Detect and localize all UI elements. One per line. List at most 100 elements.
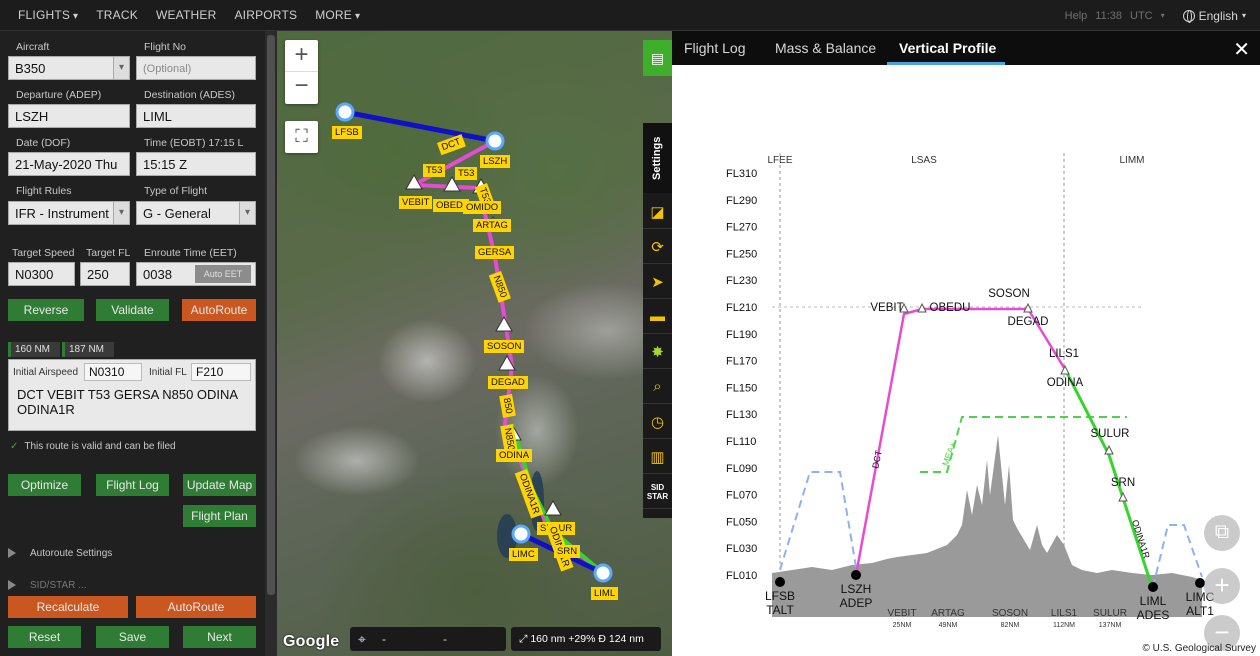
scrollbar-thumb[interactable] (267, 35, 275, 595)
route-editor[interactable]: Initial Airspeed N0310 Initial FL F210 D… (8, 359, 256, 431)
eraser-tool[interactable]: ◪ (643, 195, 672, 229)
axis-distance-label: 137NM (1099, 622, 1122, 629)
airport-marker-liml[interactable] (593, 563, 613, 583)
type-label: Type of Flight (144, 185, 208, 197)
ruler-icon: ▬ (650, 308, 665, 325)
coord-lon: - (443, 632, 447, 646)
direct-tool[interactable]: ➤ (643, 265, 672, 299)
recalculate-button[interactable]: Recalculate (8, 596, 128, 618)
sid-star-button[interactable]: SID STAR (643, 475, 672, 509)
route-icon: ⟳ (651, 238, 664, 256)
target-fl-input[interactable]: 250 (80, 262, 130, 286)
fullscreen-button[interactable]: ⛶ (285, 121, 318, 153)
top-nav: FLIGHTS TRACK WEATHER AIRPORTS MORE Help… (0, 0, 1260, 31)
left-scrollbar[interactable] (265, 31, 277, 656)
fl-tick-label: FL070 (726, 490, 757, 502)
optimize-button[interactable]: Optimize (8, 474, 81, 496)
fl-tick-label: FL010 (726, 570, 757, 582)
tab-flight-log[interactable]: Flight Log (684, 40, 745, 56)
route-tool[interactable]: ⟳ (643, 230, 672, 264)
open-external-button[interactable]: ⧉ (1204, 515, 1240, 551)
save-button[interactable]: Save (96, 626, 169, 648)
fir-label: LSAS (911, 155, 937, 166)
departure-input[interactable]: LSZH (8, 104, 130, 128)
language-selector[interactable]: English ▾ (1182, 8, 1246, 23)
speed-input[interactable]: N0300 (8, 262, 75, 286)
route-map[interactable]: LFSB LSZH DCT T53 T53 T53 VEBIT OBEDI OMIDO ARTAG… (277, 31, 672, 656)
crosshair-icon[interactable]: ⌖ (358, 631, 366, 648)
map-label: VEBIT (399, 196, 433, 209)
map-layer-tool[interactable]: ▥ (643, 440, 672, 474)
help-link[interactable]: Help (1065, 10, 1088, 22)
check-icon: ✓ (10, 441, 19, 452)
route-line-alternate (344, 109, 496, 144)
segment-label-dct: DCT (870, 449, 884, 470)
validate-button[interactable]: Validate (96, 299, 169, 321)
auto-eet-button[interactable]: Auto EET (195, 265, 251, 283)
fl-tick-label: FL030 (726, 543, 757, 555)
partial-section[interactable]: SID/STAR ... (8, 580, 87, 592)
autoroute-button[interactable]: AutoRoute (182, 299, 256, 321)
departure-label: Departure (ADEP) (16, 89, 102, 101)
nav-more[interactable]: MORE (315, 8, 360, 22)
panel-tabs: Flight Log Mass & Balance Vertical Profi… (672, 31, 1260, 65)
axis-waypoint-label: ARTAG (931, 608, 965, 619)
airport-marker-limc[interactable] (511, 524, 531, 544)
date-input[interactable]: 21-May-2020 Thu (8, 152, 130, 176)
waypoint-soson[interactable] (495, 315, 513, 332)
search-tool[interactable]: ⌕ (643, 370, 672, 404)
nav-weather[interactable]: WEATHER (156, 8, 217, 22)
fl-tick-label: FL310 (726, 168, 757, 180)
airport-marker-lszh[interactable] (485, 131, 505, 151)
expand-icon (8, 548, 16, 559)
airport-marker-lfsb[interactable] (335, 102, 355, 122)
route-string[interactable]: DCT VEBIT T53 GERSA N850 ODINA ODINA1R (17, 387, 249, 417)
autoroute-settings-toggle[interactable]: Autoroute Settings (8, 548, 112, 559)
type-select[interactable]: G - General (136, 201, 256, 225)
flight-plan-button[interactable]: Flight Plan (183, 505, 256, 527)
nav-airports[interactable]: AIRPORTS (234, 8, 297, 22)
fl-tick-label: FL050 (726, 516, 757, 528)
tab-vertical-profile[interactable]: Vertical Profile (899, 40, 996, 56)
nav-flights[interactable]: FLIGHTS (18, 8, 78, 22)
profile-zoom-in-button[interactable]: + (1204, 568, 1240, 604)
close-icon[interactable]: ✕ (1233, 37, 1250, 62)
fl-tick-label: FL270 (726, 222, 757, 234)
map-label: LIMC (509, 548, 538, 561)
zoom-in-button[interactable]: + (285, 40, 318, 72)
distance-readout: ⤢ 160 nm +29% Ð 124 nm (511, 627, 661, 651)
clock-time: 11:38 (1095, 9, 1122, 22)
clock-tz[interactable]: UTC (1130, 10, 1153, 22)
fix-label: SULUR (1091, 428, 1130, 440)
initial-fl-input[interactable]: F210 (191, 363, 251, 381)
update-map-button[interactable]: Update Map (183, 474, 256, 496)
zoom-controls: + − (285, 40, 318, 104)
initial-airspeed-input[interactable]: N0310 (84, 363, 142, 381)
waypoint-sulur[interactable] (544, 499, 562, 516)
reverse-button[interactable]: Reverse (8, 299, 84, 321)
tab-mass-balance[interactable]: Mass & Balance (775, 40, 876, 56)
next-button[interactable]: Next (183, 626, 256, 648)
ruler-tool[interactable]: ▬ (643, 300, 672, 334)
reset-button[interactable]: Reset (8, 626, 81, 648)
time-tool[interactable]: ◷ (643, 405, 672, 439)
notes-button[interactable]: ▤ (643, 40, 672, 76)
profile-star-descent (1064, 370, 1154, 588)
flight-log-button[interactable]: Flight Log (96, 474, 169, 496)
zoom-out-button[interactable]: − (285, 72, 318, 104)
route-distance-alt-chip[interactable]: 187 NM (62, 342, 114, 357)
weather-tool[interactable]: ✸ (643, 335, 672, 369)
flightno-input[interactable]: (Optional) (136, 56, 256, 80)
nav-track[interactable]: TRACK (96, 8, 138, 22)
autoroute-bottom-button[interactable]: AutoRoute (136, 596, 256, 618)
fl-tick-label: FL190 (726, 329, 757, 341)
rules-select[interactable]: IFR - Instrument (8, 201, 130, 225)
fl-tick-label: FL130 (726, 409, 757, 421)
aircraft-select[interactable]: B350 (8, 56, 130, 80)
time-input[interactable]: 15:15 Z (136, 152, 256, 176)
destination-input[interactable]: LIML (136, 104, 256, 128)
language-label: English (1198, 8, 1238, 23)
route-distance-chip[interactable]: 160 NM (8, 342, 60, 357)
settings-tab[interactable]: Settings (643, 123, 672, 193)
google-logo: Google (283, 633, 340, 650)
